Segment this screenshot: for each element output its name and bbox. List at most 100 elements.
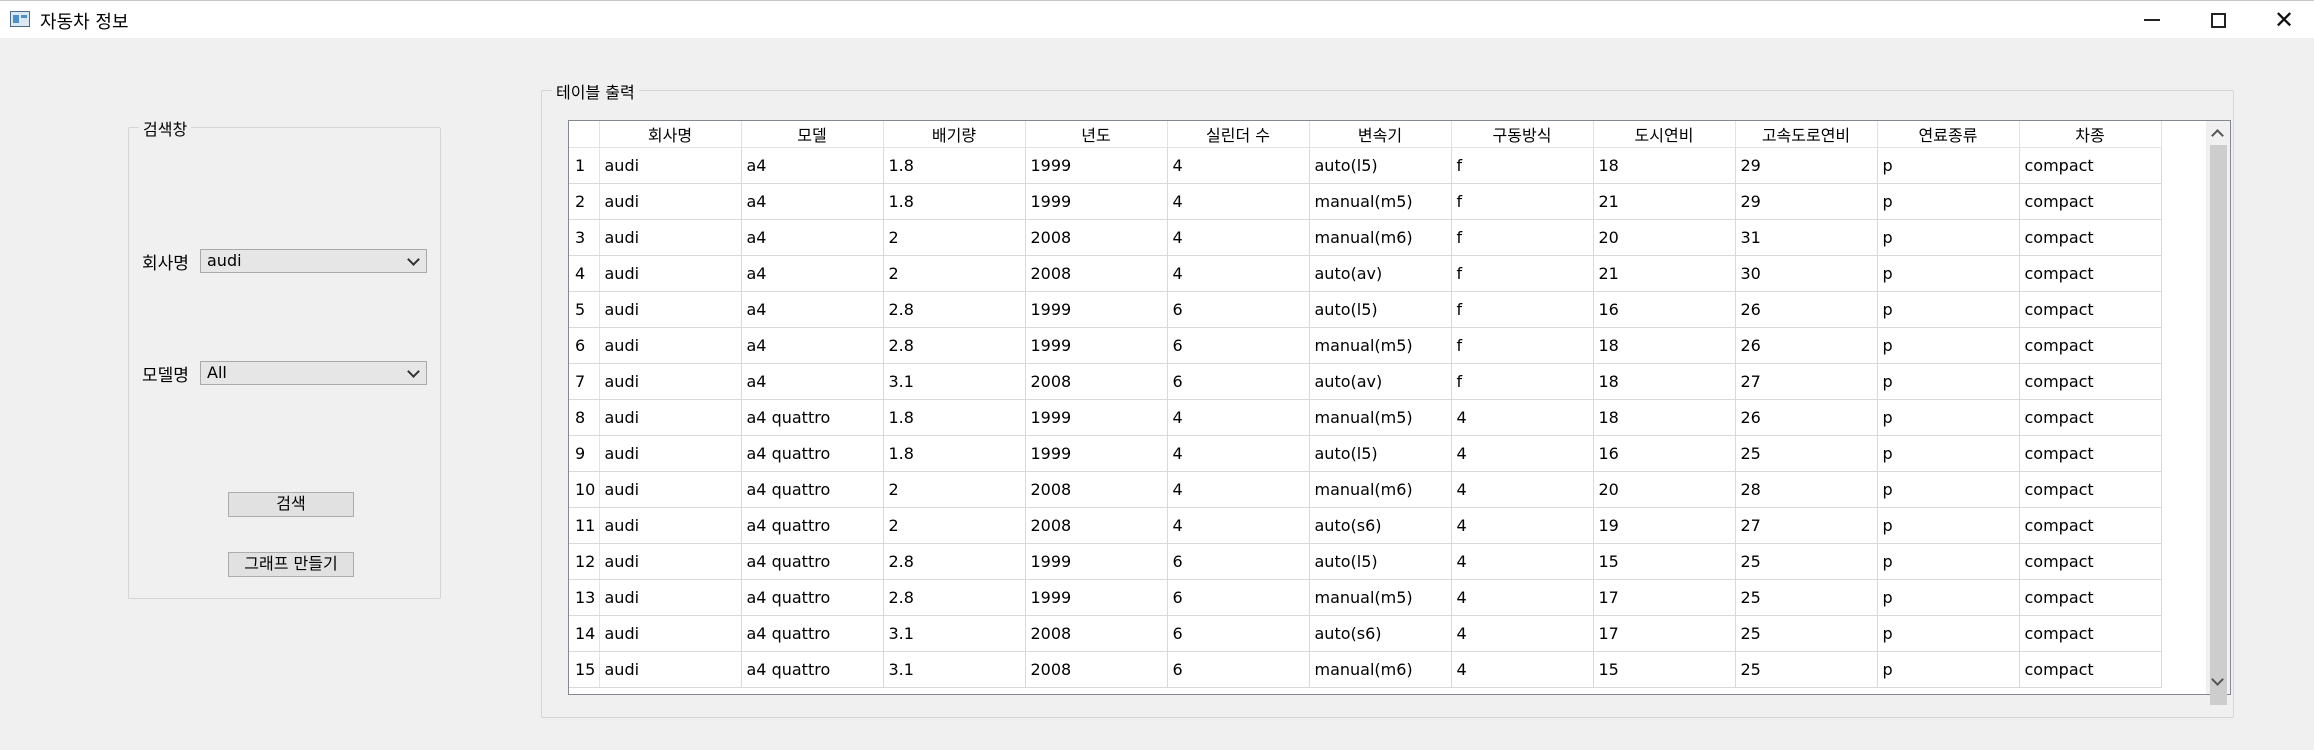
table-row[interactable]: 9 audi a4 quattro 1.8 1999 4 auto(l5) 4 16 25 p com… [569, 435, 2162, 472]
table-cell[interactable]: p [1877, 651, 2020, 688]
table-row[interactable]: 11 audi a4 quattro 2 2008 4 auto(s6) 4 19 27 p comp… [569, 507, 2162, 544]
table-cell[interactable]: 6 [1167, 615, 1310, 652]
table-cell[interactable]: 4 [1451, 615, 1594, 652]
table-cell[interactable]: 6 [1167, 651, 1310, 688]
table-cell[interactable]: p [1877, 183, 2020, 220]
table-row[interactable]: 5 audi a4 2.8 1999 6 auto(l5) f 16 26 p compact [569, 291, 2162, 328]
table-cell[interactable]: a4 quattro [741, 507, 884, 544]
column-header[interactable]: 실린더 수 [1167, 121, 1310, 148]
table-cell[interactable]: a4 quattro [741, 471, 884, 508]
table-cell[interactable]: 17 [1593, 579, 1736, 616]
table-cell[interactable]: 4 [1167, 255, 1310, 292]
table-cell[interactable]: 25 [1735, 651, 1878, 688]
table-cell[interactable]: 1999 [1025, 291, 1168, 328]
table-cell[interactable]: 1999 [1025, 327, 1168, 364]
table-cell[interactable]: compact [2019, 399, 2162, 436]
table-row[interactable]: 12 audi a4 quattro 2.8 1999 6 auto(l5) 4 15 25 p co… [569, 543, 2162, 580]
table-cell[interactable]: 2008 [1025, 507, 1168, 544]
table-cell[interactable]: 2008 [1025, 219, 1168, 256]
table-cell[interactable]: 1999 [1025, 147, 1168, 184]
table-cell[interactable]: f [1451, 147, 1594, 184]
table-cell[interactable]: p [1877, 507, 2020, 544]
table-cell[interactable]: 21 [1593, 183, 1736, 220]
table-cell[interactable]: 2 [883, 507, 1026, 544]
table-cell[interactable]: audi [599, 255, 742, 292]
table-cell[interactable]: 2.8 [883, 291, 1026, 328]
table-cell[interactable]: auto(av) [1309, 255, 1452, 292]
table-cell[interactable]: 18 [1593, 363, 1736, 400]
table-cell[interactable]: 2.8 [883, 327, 1026, 364]
table-cell[interactable]: 30 [1735, 255, 1878, 292]
column-header[interactable]: 차종 [2019, 121, 2162, 148]
table-cell[interactable]: 4 [1167, 147, 1310, 184]
table-cell[interactable]: manual(m6) [1309, 651, 1452, 688]
table-cell[interactable]: audi [599, 615, 742, 652]
row-header[interactable]: 2 [569, 183, 600, 220]
table-cell[interactable]: a4 [741, 291, 884, 328]
row-header[interactable]: 6 [569, 327, 600, 364]
table-cell[interactable]: auto(av) [1309, 363, 1452, 400]
table-cell[interactable]: 25 [1735, 615, 1878, 652]
table-cell[interactable]: 3.1 [883, 363, 1026, 400]
table-cell[interactable]: manual(m6) [1309, 219, 1452, 256]
row-header[interactable]: 9 [569, 435, 600, 472]
table-cell[interactable]: audi [599, 183, 742, 220]
row-header[interactable]: 4 [569, 255, 600, 292]
table-cell[interactable]: audi [599, 147, 742, 184]
row-header[interactable]: 15 [569, 651, 600, 688]
table-row[interactable]: 8 audi a4 quattro 1.8 1999 4 manual(m5) 4 18 26 p c… [569, 399, 2162, 436]
table-cell[interactable]: 31 [1735, 219, 1878, 256]
table-cell[interactable]: compact [2019, 651, 2162, 688]
row-header[interactable]: 5 [569, 291, 600, 328]
table-cell[interactable]: audi [599, 291, 742, 328]
table-cell[interactable]: p [1877, 147, 2020, 184]
table-cell[interactable]: 1.8 [883, 435, 1026, 472]
table-row[interactable]: 7 audi a4 3.1 2008 6 auto(av) f 18 27 p compact [569, 363, 2162, 400]
table-cell[interactable]: 4 [1167, 471, 1310, 508]
table-cell[interactable]: a4 [741, 183, 884, 220]
table-cell[interactable]: 1.8 [883, 399, 1026, 436]
table-cell[interactable]: compact [2019, 543, 2162, 580]
table-cell[interactable]: 17 [1593, 615, 1736, 652]
table-cell[interactable]: compact [2019, 471, 2162, 508]
table-cell[interactable]: a4 quattro [741, 435, 884, 472]
table-cell[interactable]: 25 [1735, 435, 1878, 472]
table-cell[interactable]: 4 [1451, 579, 1594, 616]
table-cell[interactable]: 21 [1593, 255, 1736, 292]
table-cell[interactable]: 2008 [1025, 615, 1168, 652]
table-cell[interactable]: 18 [1593, 147, 1736, 184]
table-cell[interactable]: p [1877, 435, 2020, 472]
row-header[interactable]: 3 [569, 219, 600, 256]
minimize-button[interactable] [2118, 1, 2186, 39]
table-cell[interactable]: p [1877, 219, 2020, 256]
table-cell[interactable]: 2008 [1025, 651, 1168, 688]
search-button[interactable]: 검색 [228, 492, 354, 517]
table-cell[interactable]: 3.1 [883, 651, 1026, 688]
table-cell[interactable]: audi [599, 579, 742, 616]
table-cell[interactable]: 20 [1593, 471, 1736, 508]
table-cell[interactable]: p [1877, 363, 2020, 400]
column-header[interactable]: 연료종류 [1877, 121, 2020, 148]
maximize-button[interactable] [2184, 1, 2252, 39]
table-cell[interactable]: compact [2019, 219, 2162, 256]
table-cell[interactable]: 16 [1593, 435, 1736, 472]
table-cell[interactable]: a4 [741, 327, 884, 364]
table-cell[interactable]: auto(l5) [1309, 543, 1452, 580]
table-corner[interactable] [569, 121, 600, 148]
table-cell[interactable]: compact [2019, 579, 2162, 616]
table-cell[interactable]: 6 [1167, 543, 1310, 580]
table-row[interactable]: 6 audi a4 2.8 1999 6 manual(m5) f 18 26 p compact [569, 327, 2162, 364]
table-cell[interactable]: manual(m6) [1309, 471, 1452, 508]
row-header[interactable]: 12 [569, 543, 600, 580]
table-cell[interactable]: 15 [1593, 651, 1736, 688]
column-header[interactable]: 년도 [1025, 121, 1168, 148]
table-cell[interactable]: p [1877, 399, 2020, 436]
table-cell[interactable]: compact [2019, 435, 2162, 472]
row-header[interactable]: 8 [569, 399, 600, 436]
table-cell[interactable]: 1999 [1025, 543, 1168, 580]
table-cell[interactable]: p [1877, 471, 2020, 508]
column-header[interactable]: 변속기 [1309, 121, 1452, 148]
table-cell[interactable]: 27 [1735, 507, 1878, 544]
table-cell[interactable]: manual(m5) [1309, 399, 1452, 436]
table-cell[interactable]: 1999 [1025, 399, 1168, 436]
